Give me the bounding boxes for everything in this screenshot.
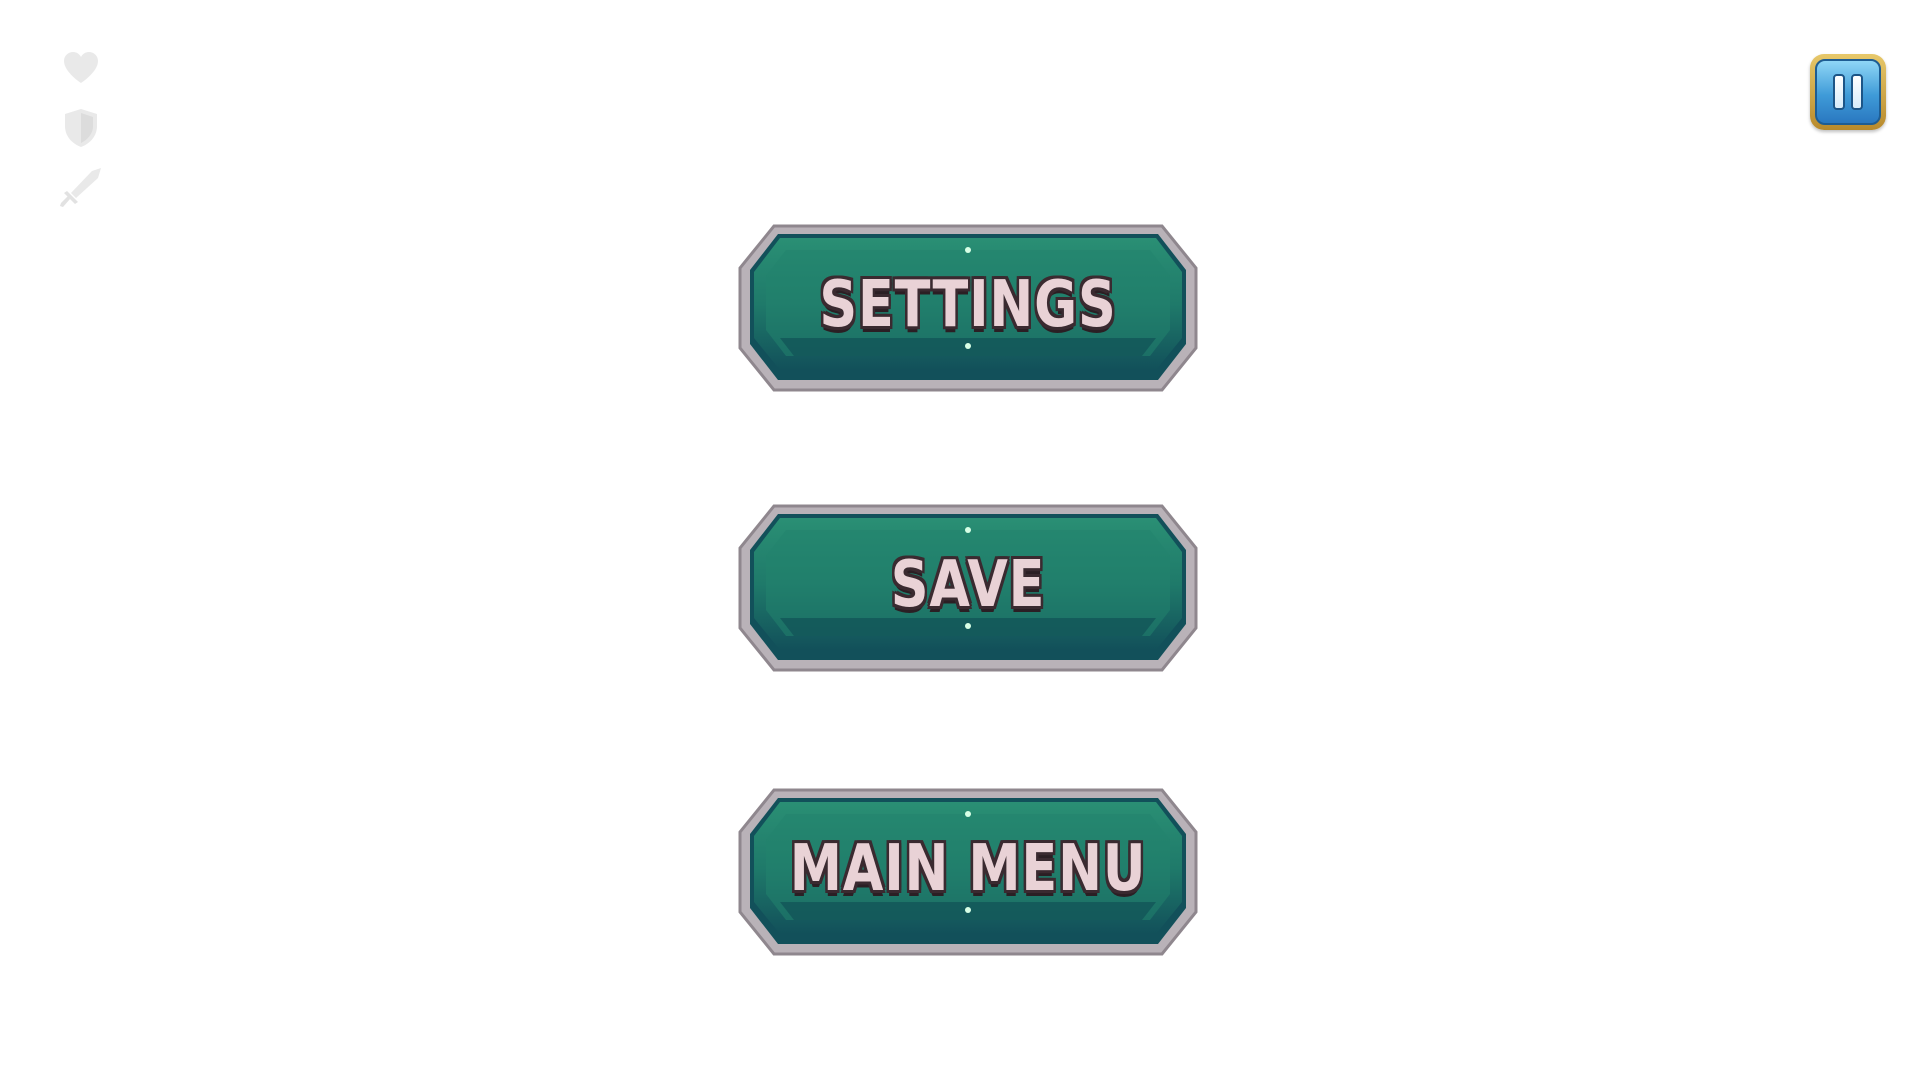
pause-menu: SETTINGS SAVE MAIN MENU	[734, 0, 1202, 1080]
pause-bar-left	[1833, 74, 1845, 110]
sword-icon	[58, 168, 104, 208]
pause-button[interactable]	[1810, 54, 1886, 130]
main-menu-button[interactable]: MAIN MENU	[734, 784, 1202, 960]
save-button[interactable]: SAVE	[734, 500, 1202, 676]
pause-icon	[1815, 59, 1881, 125]
pause-bar-right	[1851, 74, 1863, 110]
save-label: SAVE	[890, 548, 1046, 622]
pause-menu-screen: SETTINGS SAVE MAIN MENU	[0, 0, 1920, 1080]
settings-label: SETTINGS	[819, 268, 1117, 342]
settings-button[interactable]: SETTINGS	[734, 220, 1202, 396]
heart-icon	[58, 48, 104, 88]
shield-icon	[58, 108, 104, 148]
main-menu-label: MAIN MENU	[789, 832, 1147, 906]
hud-stats	[58, 48, 104, 208]
